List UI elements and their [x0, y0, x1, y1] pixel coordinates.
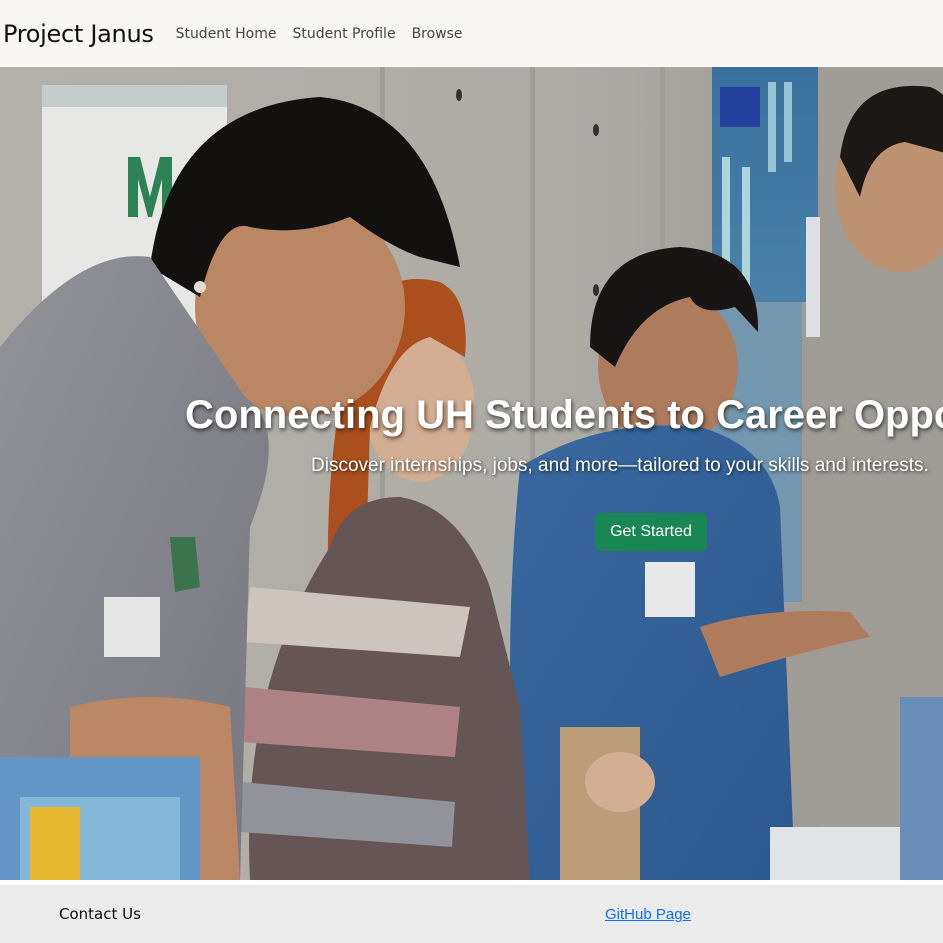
github-page-link[interactable]: GitHub Page	[605, 906, 691, 923]
nav-link-student-home[interactable]: Student Home	[176, 26, 277, 42]
footer-contact-us: Contact Us	[59, 905, 141, 923]
footer: Contact Us GitHub Page	[0, 885, 943, 943]
navbar: Project Janus Student Home Student Profi…	[0, 0, 943, 67]
nav-link-student-profile[interactable]: Student Profile	[292, 26, 395, 42]
brand-logo[interactable]: Project Janus	[3, 20, 154, 48]
hero-section: Connecting UH Students to Career Opportu…	[0, 67, 943, 880]
nav-link-browse[interactable]: Browse	[412, 26, 463, 42]
hero-title: Connecting UH Students to Career Opportu…	[185, 393, 943, 437]
get-started-button[interactable]: Get Started	[595, 513, 707, 551]
hero-subtitle: Discover internships, jobs, and more—tai…	[311, 455, 929, 476]
